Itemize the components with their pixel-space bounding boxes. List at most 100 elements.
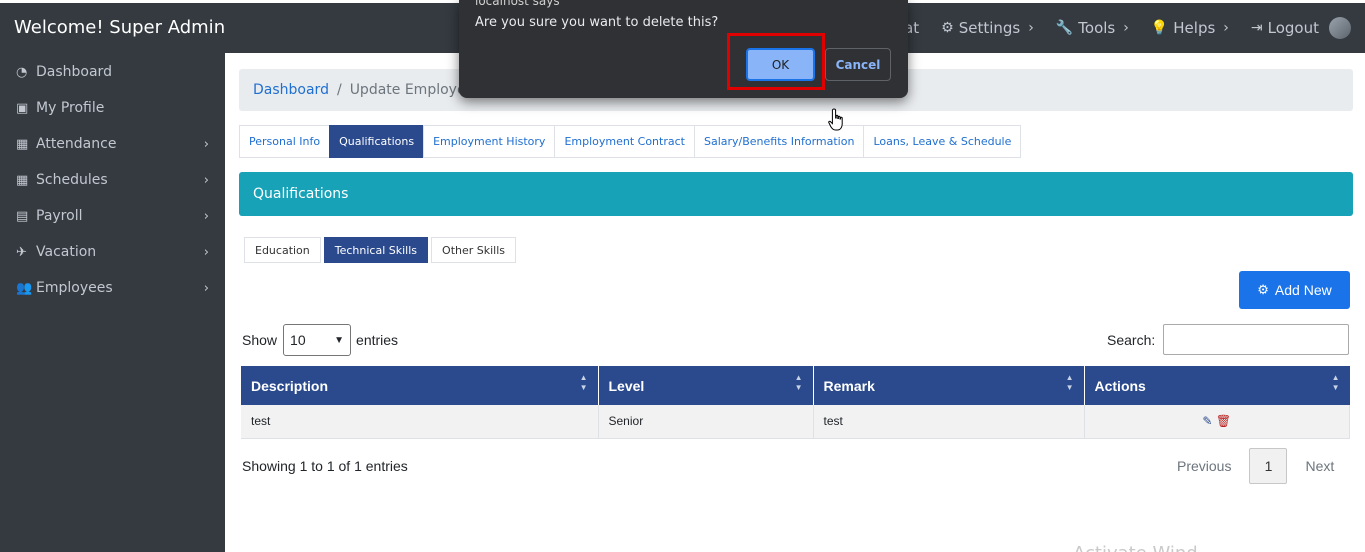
sort-icon: ▲ ▼ xyxy=(794,373,803,392)
table-header-row: Description ▲ ▼ Level ▲ ▼ Remark ▲ ▼ Action… xyxy=(241,366,1350,405)
gears-icon: ⚙ xyxy=(1257,282,1269,297)
sort-icon: ▲ ▼ xyxy=(1331,373,1340,392)
skills-table: Description ▲ ▼ Level ▲ ▼ Remark ▲ ▼ Action… xyxy=(241,366,1350,439)
pagination: Previous 1 Next xyxy=(1165,448,1346,484)
cell-level: Senior xyxy=(598,405,814,439)
nav-tools-label: Tools xyxy=(1078,19,1116,37)
hand-cursor-icon xyxy=(828,108,843,131)
breadcrumb-dashboard-link[interactable]: Dashboard xyxy=(253,82,329,98)
page-size-value: 10 xyxy=(290,332,306,348)
cell-description: test xyxy=(241,405,599,439)
nav-settings[interactable]: ⚙ Settings › xyxy=(941,19,1034,37)
ok-button[interactable]: OK xyxy=(746,48,815,81)
pagination-page-1[interactable]: 1 xyxy=(1249,448,1288,484)
nav-logout[interactable]: ⇥ Logout xyxy=(1251,19,1319,37)
page-size-select[interactable]: 10 ▼ xyxy=(283,324,352,356)
sidebar-item-employees[interactable]: 👥 Employees › xyxy=(0,270,225,306)
qualification-subtabs: Education Technical Skills Other Skills xyxy=(244,237,519,263)
trash-icon[interactable]: 🗑 xyxy=(1216,414,1231,428)
tab-employment-history[interactable]: Employment History xyxy=(423,125,556,158)
chevron-right-icon: › xyxy=(1123,20,1129,36)
pagination-previous[interactable]: Previous xyxy=(1165,448,1243,484)
column-header-actions[interactable]: Actions ▲ ▼ xyxy=(1084,366,1350,405)
sidebar-item-attendance[interactable]: ▦ Attendance › xyxy=(0,126,225,162)
sidebar-item-my-profile[interactable]: ▣ My Profile xyxy=(0,90,225,126)
chevron-down-icon: ▼ xyxy=(334,334,345,346)
cancel-button[interactable]: Cancel xyxy=(825,48,891,81)
panel-title: Qualifications xyxy=(239,172,1353,216)
dialog-origin: localhost says xyxy=(475,0,560,8)
edit-icon[interactable]: ✎ xyxy=(1202,414,1212,428)
nav-tools[interactable]: 🔧 Tools › xyxy=(1056,19,1129,37)
calendar-icon: ▦ xyxy=(16,136,29,152)
calendar-grid-icon: ▦ xyxy=(16,172,29,188)
sidebar-item-label: Employees xyxy=(36,280,113,296)
add-new-label: Add New xyxy=(1274,282,1332,298)
entries-label: entries xyxy=(356,332,399,348)
sidebar-item-label: Vacation xyxy=(36,244,97,260)
main-content: Dashboard / Update Employee Personal Inf… xyxy=(225,53,1365,552)
nav-logout-label: Logout xyxy=(1267,19,1319,37)
plane-icon: ✈ xyxy=(16,244,27,260)
column-header-remark[interactable]: Remark ▲ ▼ xyxy=(813,366,1085,405)
breadcrumb-separator: / xyxy=(336,82,342,98)
subtab-technical-skills[interactable]: Technical Skills xyxy=(323,237,429,263)
chevron-right-icon: › xyxy=(1223,20,1229,36)
nav-settings-label: Settings xyxy=(958,19,1021,37)
pagination-next[interactable]: Next xyxy=(1293,448,1346,484)
dashboard-icon: ◔ xyxy=(16,64,28,80)
page-size-control: Show 10 ▼ entries xyxy=(242,324,398,356)
search-input[interactable] xyxy=(1163,324,1350,355)
sidebar-item-vacation[interactable]: ✈ Vacation › xyxy=(0,234,225,270)
tab-qualifications[interactable]: Qualifications xyxy=(329,125,425,158)
file-icon: ▤ xyxy=(16,208,29,224)
subtab-other-skills[interactable]: Other Skills xyxy=(431,237,517,263)
lightbulb-icon: 💡 xyxy=(1150,20,1169,36)
tab-loans-leave-schedule[interactable]: Loans, Leave & Schedule xyxy=(863,125,1022,158)
add-new-button[interactable]: ⚙ Add New xyxy=(1239,271,1350,309)
show-label: Show xyxy=(242,332,278,348)
cell-remark: test xyxy=(813,405,1085,439)
avatar[interactable] xyxy=(1329,17,1351,39)
sidebar-item-label: Attendance xyxy=(36,136,117,152)
sidebar-item-label: Dashboard xyxy=(36,64,112,80)
id-card-icon: ▣ xyxy=(16,100,29,116)
activate-windows-watermark: Activate Wind xyxy=(1073,543,1198,552)
search-control: Search: xyxy=(1107,324,1350,355)
cell-actions: ✎ 🗑 xyxy=(1084,405,1350,439)
column-header-level[interactable]: Level ▲ ▼ xyxy=(598,366,814,405)
column-header-description[interactable]: Description ▲ ▼ xyxy=(241,366,599,405)
subtab-education[interactable]: Education xyxy=(244,237,321,263)
logout-icon: ⇥ xyxy=(1250,20,1263,36)
chevron-right-icon: › xyxy=(203,208,209,224)
sidebar-item-payroll[interactable]: ▤ Payroll › xyxy=(0,198,225,234)
tab-personal-info[interactable]: Personal Info xyxy=(239,125,331,158)
gears-icon: ⚙ xyxy=(941,20,954,36)
employee-tabs: Personal Info Qualifications Employment … xyxy=(239,125,1022,158)
sidebar-item-dashboard[interactable]: ◔ Dashboard xyxy=(0,54,225,90)
sidebar-item-schedules[interactable]: ▦ Schedules › xyxy=(0,162,225,198)
chevron-right-icon: › xyxy=(1028,20,1034,36)
nav-helps[interactable]: 💡 Helps › xyxy=(1151,19,1229,37)
sidebar: ◔ Dashboard ▣ My Profile ▦ Attendance › … xyxy=(0,53,225,552)
sort-icon: ▲ ▼ xyxy=(1065,373,1074,392)
sort-icon: ▲ ▼ xyxy=(579,373,588,392)
table-info: Showing 1 to 1 of 1 entries xyxy=(242,458,408,474)
nav-helps-label: Helps xyxy=(1173,19,1216,37)
brand-title: Welcome! Super Admin xyxy=(14,17,226,38)
chevron-right-icon: › xyxy=(203,172,209,188)
chevron-right-icon: › xyxy=(203,136,209,152)
top-nav: at ⚙ Settings › 🔧 Tools › 💡 Helps › ⇥ Lo… xyxy=(882,3,1365,53)
sidebar-item-label: My Profile xyxy=(36,100,105,116)
tab-employment-contract[interactable]: Employment Contract xyxy=(554,125,695,158)
wrench-icon: 🔧 xyxy=(1055,20,1074,36)
dialog-message: Are you sure you want to delete this? xyxy=(475,15,719,30)
table-row: test Senior test ✎ 🗑 xyxy=(241,405,1350,439)
sidebar-item-label: Schedules xyxy=(36,172,108,188)
confirm-dialog: localhost says Are you sure you want to … xyxy=(459,0,908,98)
search-label: Search: xyxy=(1107,331,1156,348)
breadcrumb-current: Update Employee xyxy=(349,82,475,98)
sidebar-item-label: Payroll xyxy=(36,208,83,224)
chevron-right-icon: › xyxy=(203,244,209,260)
chevron-right-icon: › xyxy=(203,280,209,296)
